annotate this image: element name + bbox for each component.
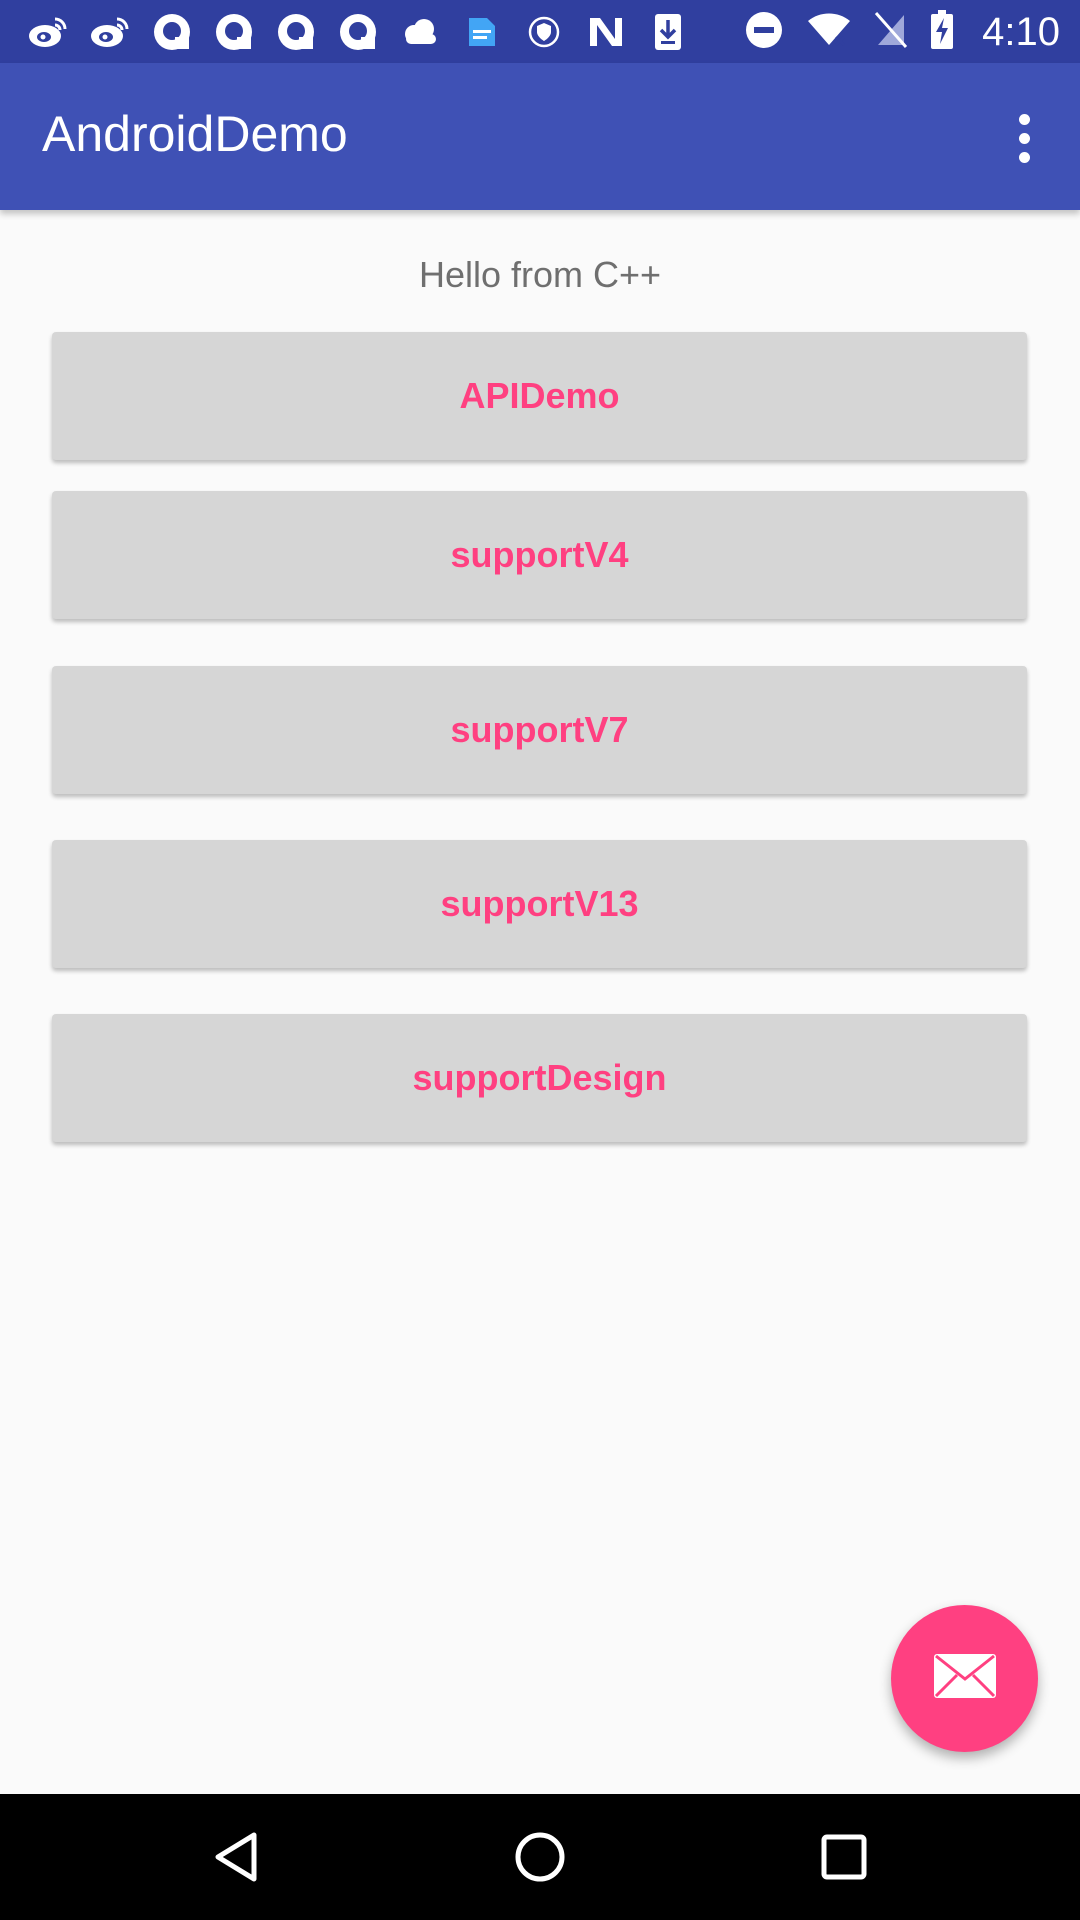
apidemo-button[interactable]: APIDemo (52, 332, 1027, 460)
status-bar: 4:10 (0, 0, 1080, 63)
qq-icon (150, 10, 194, 54)
email-fab-button[interactable] (891, 1605, 1038, 1752)
hello-text: Hello from C++ (418, 254, 662, 295)
cloud-icon (398, 10, 442, 54)
email-icon (933, 1653, 997, 1704)
home-icon[interactable] (510, 1827, 570, 1887)
support-design-button[interactable]: supportDesign (52, 1014, 1027, 1142)
notification-icons (26, 10, 690, 54)
es-file-icon (460, 10, 504, 54)
recents-icon[interactable] (814, 1827, 874, 1887)
weibo-icon (26, 10, 70, 54)
qq-icon (212, 10, 256, 54)
navigation-bar (0, 1794, 1080, 1920)
support-v13-button[interactable]: supportV13 (52, 840, 1027, 968)
weibo-icon (88, 10, 132, 54)
wifi-icon (806, 11, 852, 54)
no-sim-icon (874, 11, 908, 54)
download-icon (646, 10, 690, 54)
system-icons: 4:10 (744, 8, 1060, 56)
support-v4-button[interactable]: supportV4 (52, 491, 1027, 619)
do-not-disturb-icon (744, 10, 784, 55)
status-time: 4:10 (982, 9, 1060, 54)
qq-icon (336, 10, 380, 54)
support-v7-button[interactable]: supportV7 (52, 666, 1027, 794)
qq-icon (274, 10, 318, 54)
n-app-icon (584, 10, 628, 54)
battery-charging-icon (930, 9, 954, 55)
screen: 4:10 AndroidDemo Hello from C++ APIDemo … (0, 0, 1080, 1920)
back-icon[interactable] (206, 1827, 266, 1887)
app-title: AndroidDemo (42, 106, 348, 162)
more-vert-icon[interactable] (994, 103, 1054, 173)
shield-icon (522, 10, 566, 54)
app-bar: AndroidDemo (0, 63, 1080, 210)
